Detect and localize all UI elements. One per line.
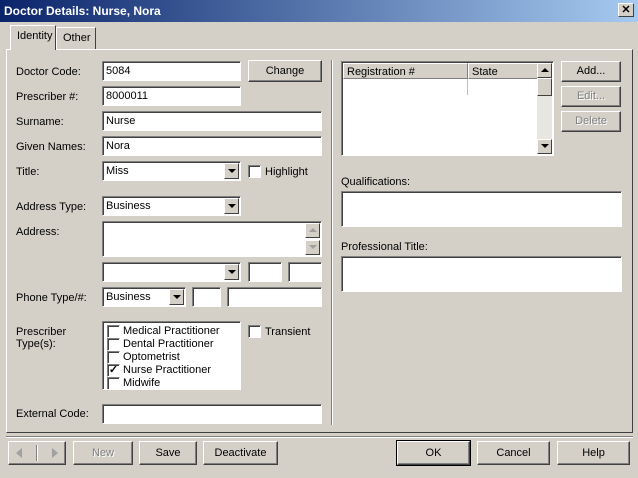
prescriber-types-label-line1: Prescriber [16, 326, 67, 338]
record-navigator[interactable] [8, 441, 66, 465]
chevron-down-icon[interactable] [224, 163, 239, 179]
highlight-label: Highlight [265, 166, 308, 178]
qualifications-textarea[interactable] [341, 191, 622, 227]
title-bar: Doctor Details: Nurse, Nora ✕ [0, 0, 638, 22]
title-select-value: Miss [106, 165, 129, 177]
doctor-code-input[interactable]: 5084 [102, 61, 241, 81]
previous-record-icon[interactable] [16, 448, 22, 458]
suburb-select[interactable] [102, 262, 241, 282]
registration-grid[interactable]: Registration # State [341, 61, 554, 156]
address-type-select[interactable]: Business [102, 196, 241, 216]
professional-title-textarea[interactable] [341, 256, 622, 292]
list-item-label: Optometrist [123, 351, 180, 363]
transient-label: Transient [265, 326, 311, 338]
next-record-icon[interactable] [52, 448, 58, 458]
list-item-label: Dental Practitioner [123, 338, 214, 350]
doctor-code-label: Doctor Code: [16, 66, 81, 78]
scroll-down-icon[interactable] [305, 240, 320, 255]
list-item-label: Midwife [123, 377, 161, 389]
ok-button[interactable]: OK [396, 440, 471, 466]
nurse-practitioner-checkbox[interactable]: ✓ [107, 364, 120, 377]
state-input[interactable] [248, 262, 282, 282]
vertical-scrollbar[interactable] [537, 63, 552, 154]
external-code-label: External Code: [16, 408, 89, 420]
registration-number-column-header[interactable]: Registration # [343, 63, 468, 79]
scroll-up-icon[interactable] [537, 63, 552, 78]
column-divider [467, 79, 468, 95]
edit-registration-button[interactable]: Edit... [561, 86, 621, 107]
title-label: Title: [16, 166, 40, 178]
tab-identity-label: Identity [17, 30, 53, 42]
navigator-divider [36, 445, 38, 461]
address-label: Address: [16, 226, 60, 238]
bottom-separator [6, 436, 633, 438]
given-names-input[interactable]: Nora [102, 136, 322, 156]
scroll-thumb[interactable] [537, 78, 552, 96]
delete-registration-button[interactable]: Delete [561, 111, 621, 132]
professional-title-label: Professional Title: [341, 241, 428, 253]
tab-identity[interactable]: Identity [10, 25, 56, 50]
external-code-input[interactable] [102, 404, 322, 424]
prescriber-types-list: Medical Practitioner Dental Practitioner… [102, 321, 241, 390]
postcode-input[interactable] [288, 262, 322, 282]
deactivate-button[interactable]: Deactivate [203, 441, 278, 465]
address-textarea[interactable] [102, 221, 322, 257]
prescriber-number-input[interactable]: 8000011 [102, 86, 241, 106]
help-button[interactable]: Help [557, 441, 630, 465]
prescriber-types-label: Prescriber [16, 326, 66, 338]
highlight-checkbox[interactable] [248, 165, 261, 178]
cancel-button[interactable]: Cancel [477, 441, 550, 465]
window-title: Doctor Details: Nurse, Nora [4, 4, 161, 18]
prescriber-types-label-line2: Type(s): [16, 338, 56, 350]
tab-other-label: Other [63, 32, 91, 44]
address-type-label: Address Type: [16, 201, 87, 213]
medical-practitioner-checkbox[interactable] [107, 325, 120, 338]
change-button[interactable]: Change [248, 60, 322, 82]
title-select[interactable]: Miss [102, 161, 241, 181]
tab-other[interactable]: Other [56, 27, 96, 49]
address-type-select-value: Business [106, 200, 151, 212]
chevron-down-icon[interactable] [224, 264, 239, 280]
panel-divider [331, 60, 333, 425]
phone-type-select[interactable]: Business [102, 287, 186, 307]
chevron-down-icon[interactable] [169, 289, 184, 305]
given-names-label: Given Names: [16, 141, 86, 153]
surname-label: Surname: [16, 116, 64, 128]
save-button[interactable]: Save [139, 441, 197, 465]
phone-area-input[interactable] [192, 287, 221, 307]
new-button[interactable]: New [73, 441, 133, 465]
midwife-checkbox[interactable] [107, 377, 120, 389]
chevron-down-icon[interactable] [224, 198, 239, 214]
phone-number-input[interactable] [227, 287, 322, 307]
add-registration-button[interactable]: Add... [561, 61, 621, 82]
surname-input[interactable]: Nurse [102, 111, 322, 131]
list-item-label: Nurse Practitioner [123, 364, 212, 376]
close-icon: ✕ [621, 4, 631, 16]
phone-type-select-value: Business [106, 291, 151, 303]
state-column-header[interactable]: State [468, 63, 538, 79]
close-button[interactable]: ✕ [618, 3, 634, 17]
list-item-label: Medical Practitioner [123, 325, 220, 337]
dental-practitioner-checkbox[interactable] [107, 338, 120, 351]
scroll-up-icon[interactable] [305, 223, 320, 238]
prescriber-number-label: Prescriber #: [16, 91, 79, 103]
transient-checkbox[interactable] [248, 325, 261, 338]
phone-type-label: Phone Type/#: [16, 292, 87, 304]
scroll-down-icon[interactable] [537, 139, 552, 154]
qualifications-label: Qualifications: [341, 176, 411, 188]
optometrist-checkbox[interactable] [107, 351, 120, 364]
